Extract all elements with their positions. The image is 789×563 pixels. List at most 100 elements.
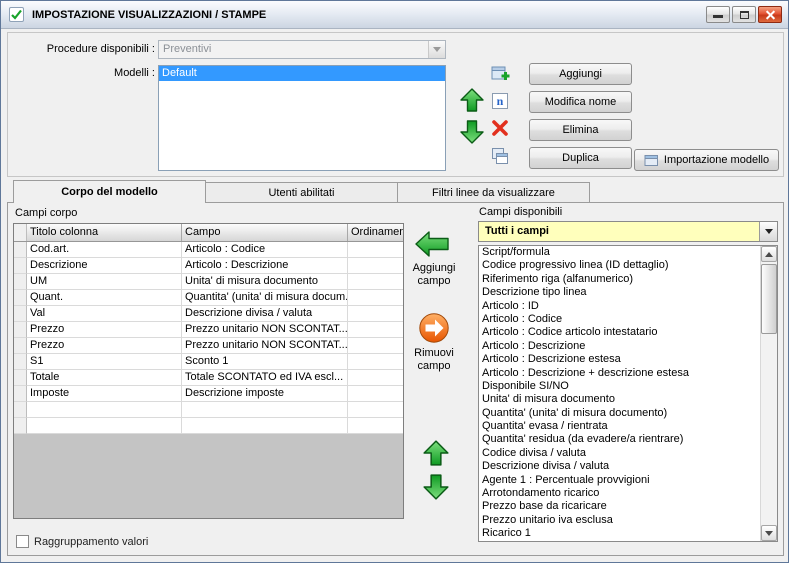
table-cell[interactable] [182, 418, 348, 434]
table-cell[interactable]: Totale [27, 370, 182, 386]
row-selector[interactable] [14, 290, 27, 306]
scrollbar-thumb[interactable] [761, 264, 777, 334]
table-row[interactable] [14, 418, 403, 434]
table-cell[interactable] [182, 402, 348, 418]
table-cell[interactable]: UM [27, 274, 182, 290]
row-selector[interactable] [14, 370, 27, 386]
modifica-nome-button[interactable]: Modifica nome [529, 91, 632, 113]
table-row[interactable]: Prezzo Prezzo unitario NON SCONTAT... [14, 322, 403, 338]
close-button[interactable] [758, 6, 782, 23]
available-field-item[interactable]: Script/formula [479, 246, 760, 259]
table-cell[interactable]: Imposte [27, 386, 182, 402]
table-cell[interactable] [27, 402, 182, 418]
aggiungi-button[interactable]: Aggiungi [529, 63, 632, 85]
table-row[interactable]: Descrizione Articolo : Descrizione [14, 258, 403, 274]
fields-scrollbar[interactable] [760, 246, 777, 541]
table-cell[interactable] [348, 258, 403, 274]
model-move-up-button[interactable] [459, 87, 485, 116]
table-cell[interactable]: Sconto 1 [182, 354, 348, 370]
tab-corpo-del-modello[interactable]: Corpo del modello [13, 180, 206, 203]
table-cell[interactable] [348, 242, 403, 258]
title-bar[interactable]: IMPOSTAZIONE VISUALIZZAZIONI / STAMPE [1, 1, 788, 29]
minimize-button[interactable] [706, 6, 730, 23]
modelli-item[interactable]: Default [159, 66, 445, 81]
available-field-item[interactable]: Ricarico 1 [479, 527, 760, 540]
scroll-up-button[interactable] [761, 246, 777, 262]
row-selector[interactable] [14, 322, 27, 338]
rimuovi-campo-label[interactable]: Rimuovi campo [405, 347, 463, 373]
table-cell[interactable]: Descrizione imposte [182, 386, 348, 402]
table-row[interactable]: Quant. Quantita' (unita' di misura docum.… [14, 290, 403, 306]
table-cell[interactable]: Articolo : Codice [182, 242, 348, 258]
table-cell[interactable] [348, 386, 403, 402]
add-field-button[interactable] [414, 229, 450, 262]
aggiungi-campo-label[interactable]: Aggiungi campo [405, 262, 463, 288]
raggruppamento-label[interactable]: Raggruppamento valori [34, 536, 148, 548]
table-cell[interactable]: Val [27, 306, 182, 322]
remove-field-button[interactable] [418, 312, 450, 347]
available-fields-listbox[interactable]: Script/formula Codice progressivo linea (… [479, 246, 760, 541]
table-cell[interactable]: Descrizione [27, 258, 182, 274]
table-cell[interactable] [348, 338, 403, 354]
table-row[interactable] [14, 402, 403, 418]
available-field-item[interactable]: Codice divisa / valuta [479, 447, 760, 460]
row-selector[interactable] [14, 354, 27, 370]
available-field-item[interactable]: Articolo : Descrizione estesa [479, 353, 760, 366]
tab-utenti-abilitati[interactable]: Utenti abilitati [205, 182, 398, 203]
grid-header-campo[interactable]: Campo [182, 224, 348, 241]
row-selector[interactable] [14, 306, 27, 322]
row-selector[interactable] [14, 242, 27, 258]
table-cell[interactable]: Prezzo unitario NON SCONTAT... [182, 338, 348, 354]
available-field-item[interactable]: Articolo : Descrizione [479, 340, 760, 353]
table-cell[interactable] [348, 354, 403, 370]
field-move-up-button[interactable] [422, 439, 450, 470]
available-field-item[interactable]: Arrotondamento ricarico [479, 487, 760, 500]
table-cell[interactable] [348, 418, 403, 434]
maximize-button[interactable] [732, 6, 756, 23]
importazione-modello-button[interactable]: Importazione modello [634, 149, 779, 171]
table-cell[interactable]: Quantita' (unita' di misura docum... [182, 290, 348, 306]
table-cell[interactable] [348, 370, 403, 386]
table-row[interactable]: Cod.art. Articolo : Codice [14, 242, 403, 258]
table-row[interactable]: Val Descrizione divisa / valuta [14, 306, 403, 322]
grid-header-titolo-colonna[interactable]: Titolo colonna [27, 224, 182, 241]
table-cell[interactable] [348, 306, 403, 322]
table-cell[interactable]: Unita' di misura documento [182, 274, 348, 290]
fields-filter-combobox[interactable]: Tutti i campi [478, 221, 778, 242]
available-field-item[interactable]: Agente 1 : Percentuale provvigioni [479, 474, 760, 487]
table-cell[interactable]: S1 [27, 354, 182, 370]
table-cell[interactable]: Quant. [27, 290, 182, 306]
modelli-listbox[interactable]: Default [158, 65, 446, 171]
available-field-item[interactable]: Articolo : Codice articolo intestatario [479, 326, 760, 339]
model-move-down-button[interactable] [459, 119, 485, 148]
scroll-down-button[interactable] [761, 525, 777, 541]
table-cell[interactable]: Cod.art. [27, 242, 182, 258]
available-field-item[interactable]: Articolo : Codice [479, 313, 760, 326]
available-field-item[interactable]: Quantita' (unita' di misura documento) [479, 407, 760, 420]
table-cell[interactable]: Prezzo unitario NON SCONTAT... [182, 322, 348, 338]
field-move-down-button[interactable] [422, 473, 450, 504]
available-field-item[interactable]: Quantita' evasa / rientrata [479, 420, 760, 433]
row-selector[interactable] [14, 386, 27, 402]
raggruppamento-checkbox[interactable] [16, 535, 29, 548]
available-field-item[interactable]: Descrizione tipo linea [479, 286, 760, 299]
table-cell[interactable]: Prezzo [27, 338, 182, 354]
grid-header-ordinamento[interactable]: Ordinamento [348, 224, 403, 241]
available-field-item[interactable]: Quantita' residua (da evadere/a rientrar… [479, 433, 760, 446]
available-field-item[interactable]: Prezzo base da ricaricare [479, 500, 760, 513]
table-row[interactable]: Imposte Descrizione imposte [14, 386, 403, 402]
available-field-item[interactable]: Riferimento riga (alfanumerico) [479, 273, 760, 286]
row-selector[interactable] [14, 418, 27, 434]
table-row[interactable]: S1 Sconto 1 [14, 354, 403, 370]
table-row[interactable]: Totale Totale SCONTATO ed IVA escl... [14, 370, 403, 386]
table-cell[interactable]: Articolo : Descrizione [182, 258, 348, 274]
tab-filtri-linee-da-visualizzare[interactable]: Filtri linee da visualizzare [397, 182, 590, 203]
campi-corpo-grid[interactable]: Titolo colonnaCampoOrdinamento Cod.art.A… [13, 223, 404, 519]
elimina-button[interactable]: Elimina [529, 119, 632, 141]
table-row[interactable]: UM Unita' di misura documento [14, 274, 403, 290]
table-cell[interactable] [27, 418, 182, 434]
row-selector[interactable] [14, 338, 27, 354]
table-cell[interactable]: Totale SCONTATO ed IVA escl... [182, 370, 348, 386]
duplica-button[interactable]: Duplica [529, 147, 632, 169]
available-field-item[interactable]: Articolo : ID [479, 300, 760, 313]
